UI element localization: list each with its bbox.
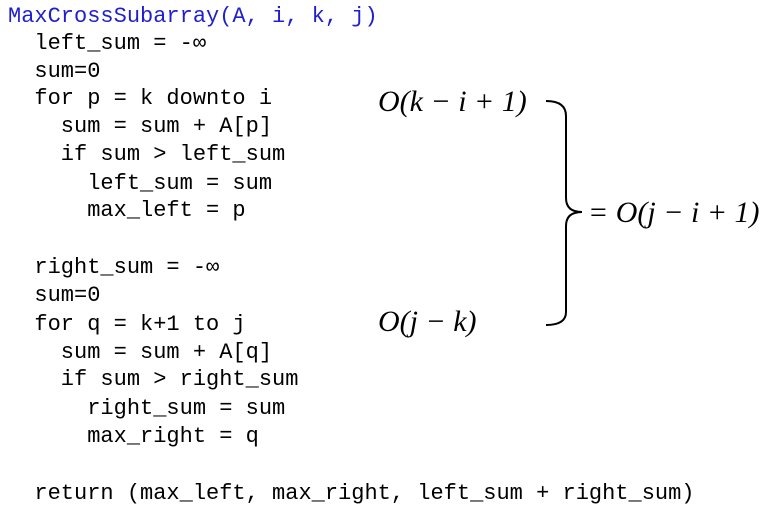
brace-path [545,100,583,326]
right-curly-brace [545,100,583,326]
